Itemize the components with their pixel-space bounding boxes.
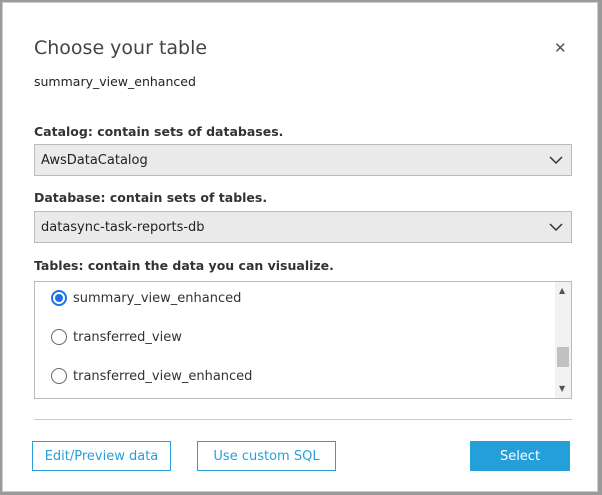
table-option-label: summary_view_enhanced — [73, 290, 242, 306]
table-option[interactable]: summary_view_enhanced — [51, 290, 241, 306]
chevron-down-icon — [549, 156, 563, 165]
radio-unselected[interactable] — [51, 368, 67, 384]
table-option-label: transferred_view_enhanced — [73, 368, 253, 384]
table-option[interactable]: transferred_view — [51, 329, 182, 345]
use-custom-sql-button[interactable]: Use custom SQL — [197, 441, 336, 471]
choose-table-dialog: Choose your table ✕ summary_view_enhance… — [2, 2, 598, 492]
radio-unselected[interactable] — [51, 329, 67, 345]
dialog-title: Choose your table — [34, 37, 208, 59]
select-button[interactable]: Select — [470, 441, 570, 471]
radio-selected[interactable] — [51, 290, 67, 306]
tables-label: Tables: contain the data you can visuali… — [34, 258, 334, 273]
divider — [34, 419, 572, 420]
table-option-label: transferred_view — [73, 329, 182, 345]
catalog-select[interactable]: AwsDataCatalog — [34, 144, 572, 176]
tables-list: summary_view_enhanced transferred_view t… — [34, 281, 572, 399]
catalog-value: AwsDataCatalog — [41, 153, 148, 168]
chevron-down-icon — [549, 223, 563, 232]
close-icon[interactable]: ✕ — [554, 39, 567, 57]
scroll-up-icon[interactable]: ▲ — [559, 286, 565, 295]
selected-table-name: summary_view_enhanced — [34, 74, 196, 89]
scroll-down-icon[interactable]: ▼ — [559, 384, 565, 393]
database-label: Database: contain sets of tables. — [34, 190, 268, 205]
table-option[interactable]: transferred_view_enhanced — [51, 368, 252, 384]
scrollbar-thumb[interactable] — [557, 347, 569, 367]
database-value: datasync-task-reports-db — [41, 220, 205, 235]
catalog-label: Catalog: contain sets of databases. — [34, 124, 284, 139]
scrollbar[interactable]: ▲ ▼ — [555, 282, 571, 398]
edit-preview-data-button[interactable]: Edit/Preview data — [32, 441, 171, 471]
database-select[interactable]: datasync-task-reports-db — [34, 211, 572, 243]
